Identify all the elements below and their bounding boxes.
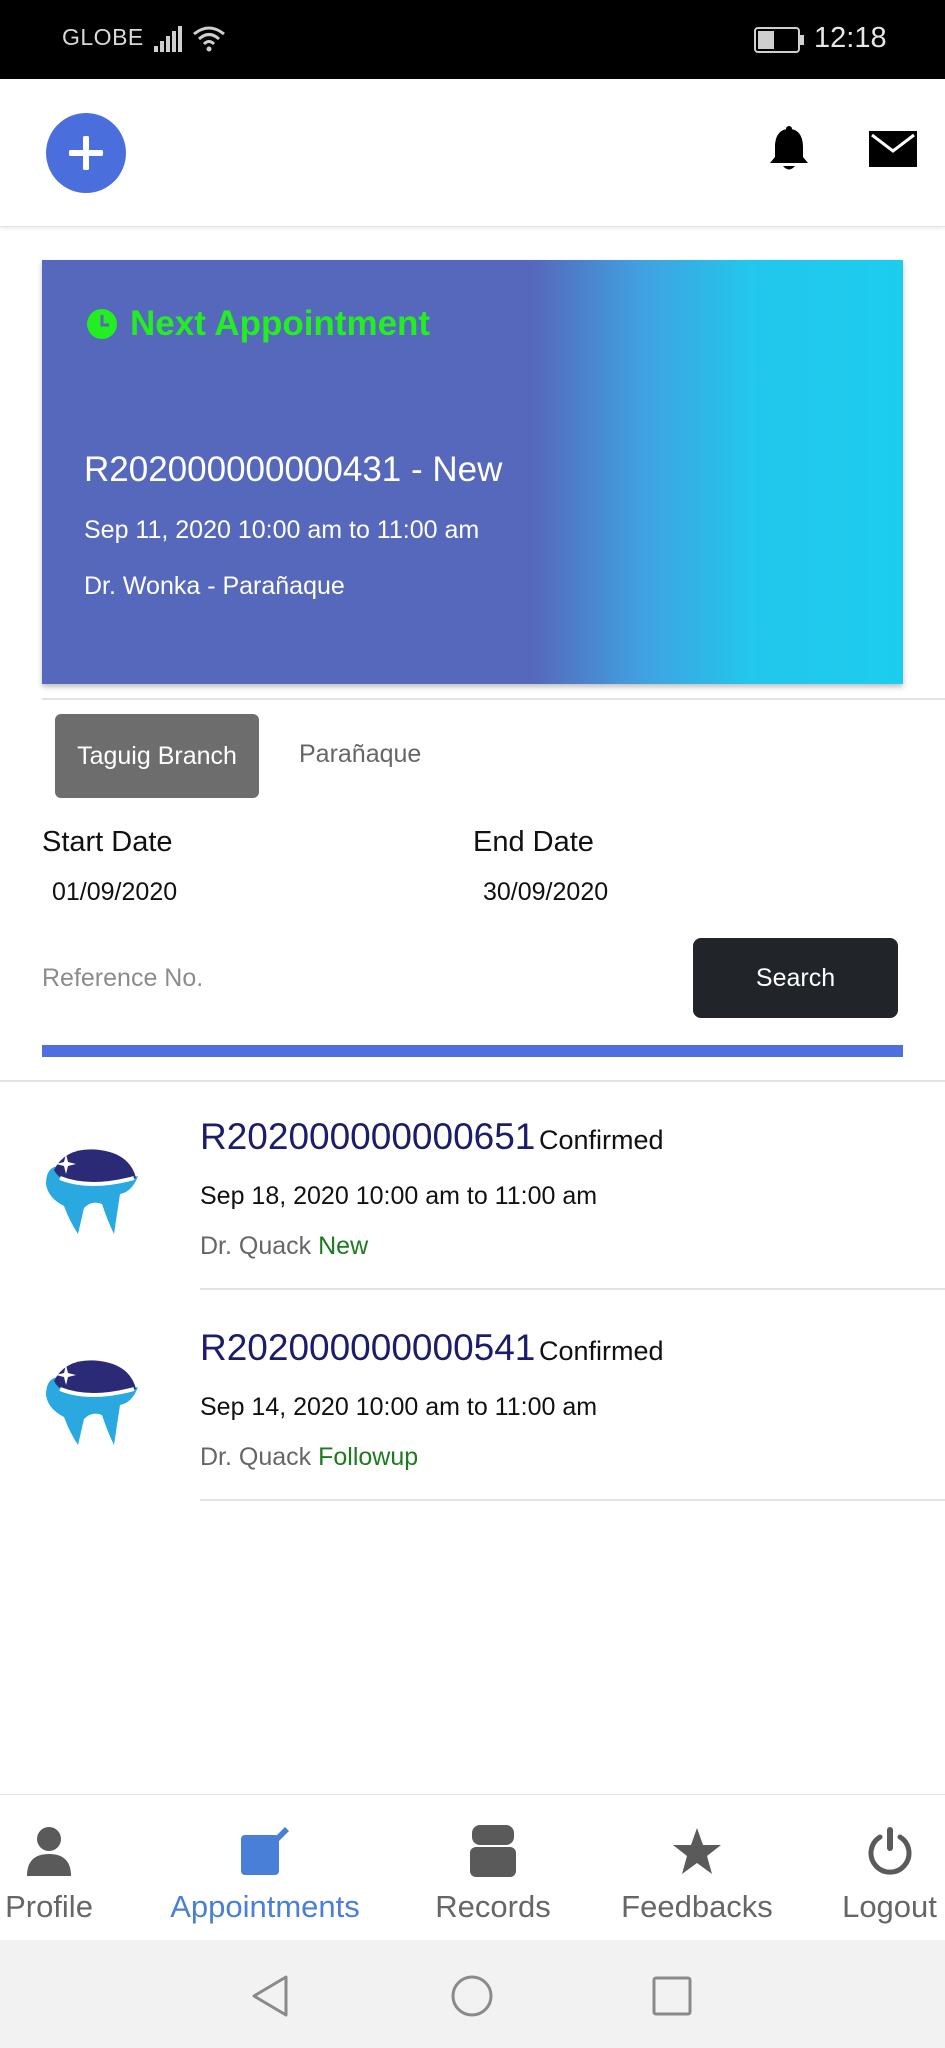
star-icon [673, 1828, 721, 1874]
list-item[interactable]: R202000000000541 Confirmed Sep 14, 2020 … [0, 1293, 945, 1503]
mail-icon[interactable] [869, 131, 917, 167]
tab-taguig-branch[interactable]: Taguig Branch [55, 714, 259, 798]
add-appointment-button[interactable] [46, 113, 126, 193]
back-icon[interactable] [250, 1974, 290, 2018]
folder-icon [470, 1825, 516, 1877]
tooth-logo-icon [46, 1360, 138, 1445]
nav-item-profile[interactable]: Profile [0, 1795, 98, 1941]
appointment-reference: R202000000000651 [200, 1116, 536, 1157]
power-icon [868, 1827, 911, 1875]
status-bar: GLOBE 12:18 [0, 0, 945, 79]
appointment-reference: R202000000000541 [200, 1327, 536, 1368]
appointment-type: New [318, 1232, 369, 1260]
app-header [0, 79, 945, 227]
edit-calendar-icon [241, 1827, 289, 1875]
battery-icon [754, 27, 804, 53]
list-item[interactable]: R202000000000651 Confirmed Sep 18, 2020 … [0, 1082, 945, 1292]
next-appointment-schedule: Sep 11, 2020 10:00 am to 11:00 am [84, 516, 480, 544]
nav-item-logout[interactable]: Logout [834, 1795, 945, 1941]
divider [200, 1288, 945, 1290]
divider [200, 1499, 945, 1501]
appointment-doctor-line: Dr. Quack New [200, 1232, 368, 1261]
nav-label-profile: Profile [5, 1889, 93, 1924]
nav-label-feedbacks: Feedbacks [621, 1889, 773, 1924]
start-date-label: Start Date [42, 826, 173, 858]
nav-label-appointments: Appointments [170, 1889, 360, 1924]
divider [42, 698, 945, 700]
plus-icon [69, 136, 103, 170]
tooth-logo-icon [46, 1149, 138, 1234]
home-icon[interactable] [450, 1974, 494, 2018]
clock-icon [87, 309, 117, 339]
wifi-icon [193, 26, 225, 52]
search-button[interactable]: Search [693, 938, 898, 1018]
end-date-field[interactable]: 30/09/2020 [483, 878, 608, 907]
next-appointment-title: Next Appointment [130, 304, 431, 343]
appointment-type: Followup [318, 1443, 419, 1471]
nav-label-records: Records [435, 1889, 551, 1924]
appointment-schedule: Sep 14, 2020 10:00 am to 11:00 am [200, 1393, 598, 1421]
bottom-navigation: Profile Appointments Records Feedbacks L… [0, 1794, 945, 1940]
clock: 12:18 [814, 22, 887, 54]
start-date-field[interactable]: 01/09/2020 [52, 878, 177, 907]
tab-paranaque[interactable]: Parañaque [299, 740, 421, 769]
nav-item-appointments[interactable]: Appointments [150, 1795, 380, 1941]
appointment-schedule: Sep 18, 2020 10:00 am to 11:00 am [200, 1182, 598, 1210]
reference-number-input[interactable] [42, 958, 662, 998]
carrier-name: GLOBE [62, 24, 144, 50]
next-appointment-heading: Next Appointment [86, 304, 430, 344]
nav-item-records[interactable]: Records [426, 1795, 560, 1941]
next-appointment-card[interactable]: Next Appointment R202000000000431 - New … [42, 260, 903, 684]
next-appointment-reference: R202000000000431 - New [84, 450, 503, 489]
person-icon [27, 1827, 71, 1876]
end-date-label: End Date [473, 826, 594, 858]
next-appointment-doctor: Dr. Wonka - Parañaque [84, 572, 345, 600]
doctor-name: Dr. Quack [200, 1232, 312, 1260]
accent-bar [42, 1045, 903, 1057]
nav-item-feedbacks[interactable]: Feedbacks [612, 1795, 782, 1941]
status-badge: Confirmed [539, 1336, 664, 1366]
system-navigation-bar [0, 1940, 945, 2048]
status-badge: Confirmed [539, 1125, 664, 1155]
bell-icon[interactable] [766, 125, 812, 173]
doctor-name: Dr. Quack [200, 1443, 312, 1471]
recents-icon[interactable] [652, 1976, 692, 2016]
nav-label-logout: Logout [842, 1889, 937, 1924]
appointment-doctor-line: Dr. Quack Followup [200, 1443, 418, 1472]
signal-icon [154, 26, 182, 52]
